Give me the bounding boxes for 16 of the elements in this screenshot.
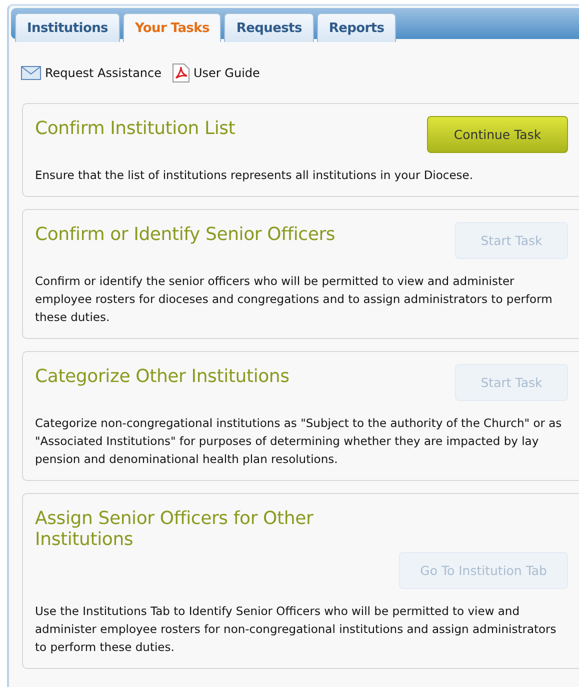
envelope-icon [21, 66, 41, 80]
task-title: Confirm Institution List [35, 118, 236, 139]
task-title: Categorize Other Institutions [35, 366, 290, 387]
tab[interactable]: Institutions [15, 13, 120, 42]
task-title: Confirm or Identify Senior Officers [35, 224, 336, 245]
task-button[interactable]: Continue Task [427, 116, 568, 153]
guide-link[interactable]: User Guide [172, 63, 260, 83]
pdf-icon [172, 63, 190, 83]
task-description: Ensure that the list of institutions represents all institutions in your Diocese. [35, 167, 474, 184]
task-description: Use the Institutions Tab to Identify Senior Officers who will be permitted to view and administer employee rosters for non-congregational institutions and assign administrators to perform these duties. [35, 603, 558, 656]
tab[interactable]: Requests [224, 13, 314, 42]
tab[interactable]: Reports [316, 13, 396, 42]
task-title: Assign Senior Officers for Other Institutions [35, 508, 314, 550]
task-description: Categorize non-congregational institutions as "Subject to the authority of the Church" or as "Associated Institutions" for purposes of determining whether they are impacted by lay pension and denominational health plan resolutions. [35, 415, 563, 468]
assistance-link[interactable]: Request Assistance [21, 66, 162, 80]
task-description: Confirm or identify the senior officers who will be permitted to view and administer employee rosters for dioceses and congregations and to assign administrators to perform these duties. [35, 273, 554, 326]
